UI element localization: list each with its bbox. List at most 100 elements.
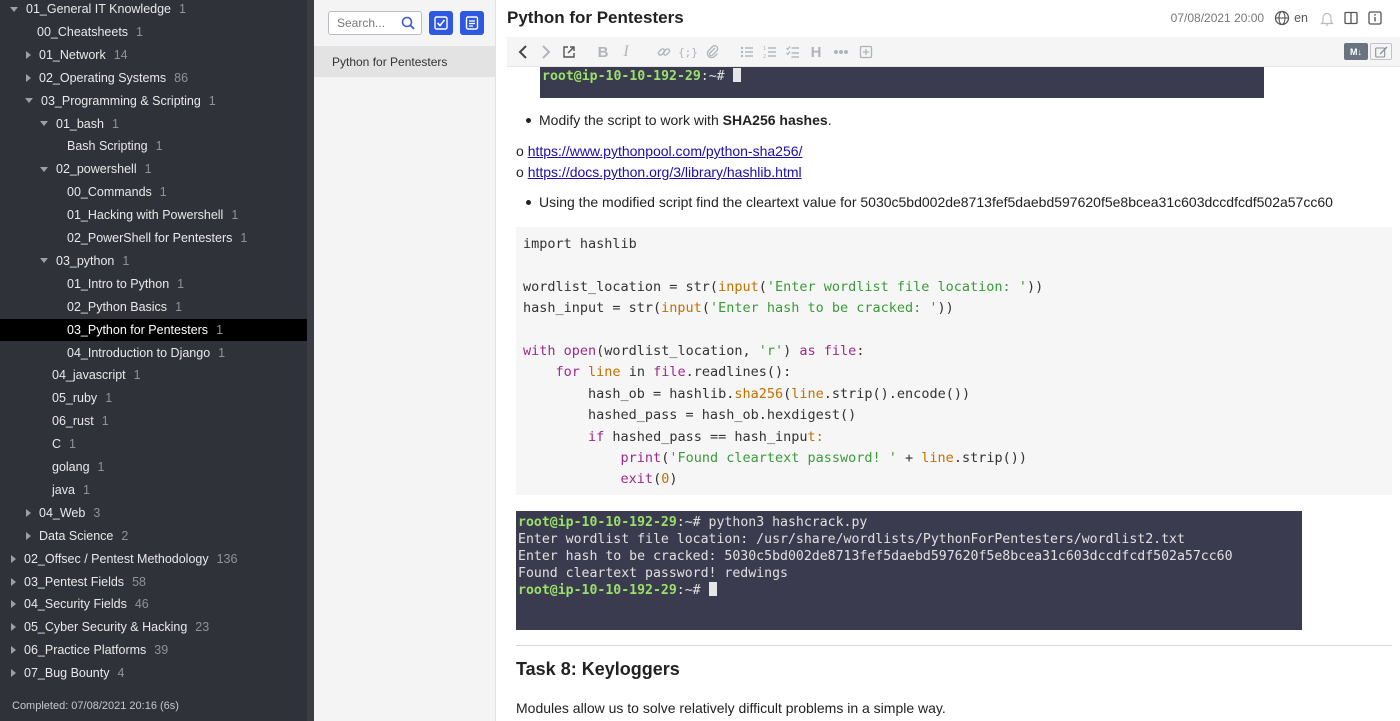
sidebar-tree-item[interactable]: 02_Python Basics 1	[0, 296, 307, 318]
code-icon: {;}	[678, 45, 698, 59]
back-button[interactable]	[517, 44, 529, 60]
sidebar-tree-item[interactable]: 03_Pentest Fields 58	[0, 571, 307, 593]
toggle-todo-button[interactable]	[429, 11, 453, 35]
sidebar-tree-item[interactable]: 06_Practice Platforms 39	[0, 639, 307, 661]
sidebar-tree-item[interactable]: 01_Intro to Python 1	[0, 273, 307, 295]
note-count-badge: 1	[105, 391, 113, 406]
caret-right-icon[interactable]	[11, 623, 16, 632]
search-box[interactable]	[328, 11, 422, 35]
sidebar-tree-item[interactable]: 04_Introduction to Django 1	[0, 342, 307, 364]
terminal-line: Found cleartext password! redwings	[518, 566, 788, 581]
code-block[interactable]: import hashlib wordlist_location = str(i…	[516, 227, 1392, 495]
caret-right-icon[interactable]	[11, 646, 16, 655]
sidebar-tree-item[interactable]: 02_Offsec / Pentest Methodology 136	[0, 548, 307, 570]
caret-right-icon[interactable]	[11, 554, 16, 563]
numbered-list-button[interactable]: 1 2	[763, 44, 777, 60]
caret-right-icon[interactable]	[26, 50, 31, 59]
terminal-line: root@ip-10-10-192-29:~# python3 hashcrac…	[518, 515, 868, 530]
markdown-toggle-button[interactable]: M↓	[1344, 43, 1368, 60]
sidebar-tree-item[interactable]: 03_Programming & Scripting 1	[0, 90, 307, 112]
sidebar-tree-item[interactable]: golang 1	[0, 456, 307, 478]
caret-right-icon[interactable]	[11, 577, 16, 586]
caret-down-icon[interactable]	[40, 258, 48, 264]
sidebar-tree-item[interactable]: 06_rust 1	[0, 410, 307, 432]
code-line: import hashlib	[523, 236, 637, 252]
code-button[interactable]: {;}	[678, 44, 698, 60]
sidebar-tree-item[interactable]: 02_Operating Systems 86	[0, 67, 307, 89]
caret-down-icon[interactable]	[40, 166, 48, 172]
sidebar-tree-item[interactable]: 03_Python for Pentesters 1	[0, 318, 307, 341]
columns-icon	[1344, 11, 1358, 25]
spellcheck-language[interactable]: en	[1294, 11, 1308, 25]
note-content[interactable]: root@ip-10-10-192-29:~# Modify the scrip…	[496, 67, 1400, 721]
caret-right-icon[interactable]	[11, 600, 16, 609]
note-count-badge: 1	[240, 231, 248, 245]
italic-button[interactable]: I	[620, 43, 632, 60]
sidebar-tree-label: 04_Introduction to Django	[67, 345, 211, 360]
sidebar-tree-item[interactable]: 05_ruby 1	[0, 387, 307, 409]
sidebar-tree-item[interactable]: 04_Web 3	[0, 502, 307, 524]
sidebar-tree-item[interactable]: 07_Bug Bounty 4	[0, 662, 307, 684]
caret-down-icon[interactable]	[10, 6, 18, 12]
checklist-button[interactable]	[786, 44, 800, 60]
sidebar-tree-item[interactable]: 01_Hacking with Powershell 1	[0, 204, 307, 226]
sidebar-scrollbar[interactable]	[307, 0, 314, 721]
bullet-list-button[interactable]	[740, 44, 754, 60]
sidebar-tree-item[interactable]: 02_powershell 1	[0, 158, 307, 180]
note-title[interactable]: Python for Pentesters	[507, 8, 684, 28]
bold-button[interactable]: B	[597, 44, 609, 61]
link-button[interactable]	[657, 44, 671, 60]
note-count-badge: 39	[154, 643, 169, 658]
code-line: print('Found cleartext password! ' + lin…	[620, 450, 1027, 466]
sidebar-tree-label: 03_Pentest Fields	[24, 574, 125, 589]
paragraph: Modules allow us to solve relatively dif…	[516, 700, 946, 716]
plus-square-icon	[859, 45, 873, 59]
rich-text-toggle-button[interactable]	[1370, 43, 1392, 60]
sidebar-tree-item[interactable]: 04_javascript 1	[0, 364, 307, 386]
python-docs-link[interactable]: https://docs.python.org/3/library/hashli…	[528, 164, 802, 180]
attach-button[interactable]	[706, 44, 720, 60]
sidebar-tree-item[interactable]: 03_python 1	[0, 250, 307, 272]
sidebar-tree-item[interactable]: 05_Cyber Security & Hacking 23	[0, 616, 307, 638]
caret-right-icon[interactable]	[26, 531, 31, 540]
open-external-button[interactable]	[562, 44, 576, 60]
note-list-item[interactable]: Python for Pentesters	[314, 46, 495, 77]
sidebar-tree-item[interactable]: 00_Cheatsheets 1	[0, 21, 307, 43]
globe-icon[interactable]	[1274, 10, 1290, 26]
note-date[interactable]: 07/08/2021 20:00	[1171, 11, 1264, 25]
sidebar-tree-item[interactable]: 01_General IT Knowledge 1	[0, 0, 307, 20]
sidebar-tree-label: 03_Python for Pentesters	[67, 322, 209, 337]
sidebar-tree-label: 02_Offsec / Pentest Methodology	[24, 551, 209, 566]
sidebar-tree-item[interactable]: 00_Commands 1	[0, 181, 307, 203]
caret-down-icon[interactable]	[40, 121, 48, 126]
search-icon[interactable]	[401, 16, 415, 30]
caret-right-icon[interactable]	[26, 508, 31, 517]
sidebar-tree-item[interactable]: Bash Scripting 1	[0, 135, 307, 157]
sidebar-tree-item[interactable]: 02_PowerShell for Pentesters 1	[0, 227, 307, 249]
bullet-list-icon	[740, 46, 753, 58]
note-count-badge: 1	[179, 2, 186, 16]
pythonpool-link[interactable]: https://www.pythonpool.com/python-sha256…	[528, 143, 803, 159]
new-note-button[interactable]	[460, 11, 484, 35]
horizontal-rule-button[interactable]	[833, 44, 849, 60]
sidebar-tree-item[interactable]: 01_bash 1	[0, 113, 307, 135]
sidebar-tree-item[interactable]: 04_Security Fields 46	[0, 593, 307, 615]
caret-right-icon[interactable]	[11, 669, 16, 678]
list-bullet	[526, 200, 531, 205]
sidebar-tree-item[interactable]: Data Science 2	[0, 525, 307, 547]
sidebar-tree-item[interactable]: java 1	[0, 479, 307, 501]
forward-button[interactable]	[540, 44, 552, 60]
note-info-button[interactable]	[1368, 11, 1382, 25]
insert-datetime-button[interactable]	[859, 44, 873, 60]
caret-right-icon[interactable]	[26, 73, 31, 82]
caret-down-icon[interactable]	[25, 98, 33, 104]
alarm-button[interactable]	[1320, 11, 1334, 26]
sidebar-tree-item[interactable]: C1	[0, 433, 307, 455]
note-count-badge: 1	[159, 185, 167, 200]
search-input[interactable]	[337, 16, 399, 30]
sidebar-tree-item[interactable]: 01_Network 14	[0, 44, 307, 66]
toggle-layout-button[interactable]	[1344, 11, 1358, 25]
heading-button[interactable]: H	[810, 44, 822, 61]
info-icon	[1368, 11, 1382, 25]
note-count-badge: 1	[175, 299, 183, 314]
